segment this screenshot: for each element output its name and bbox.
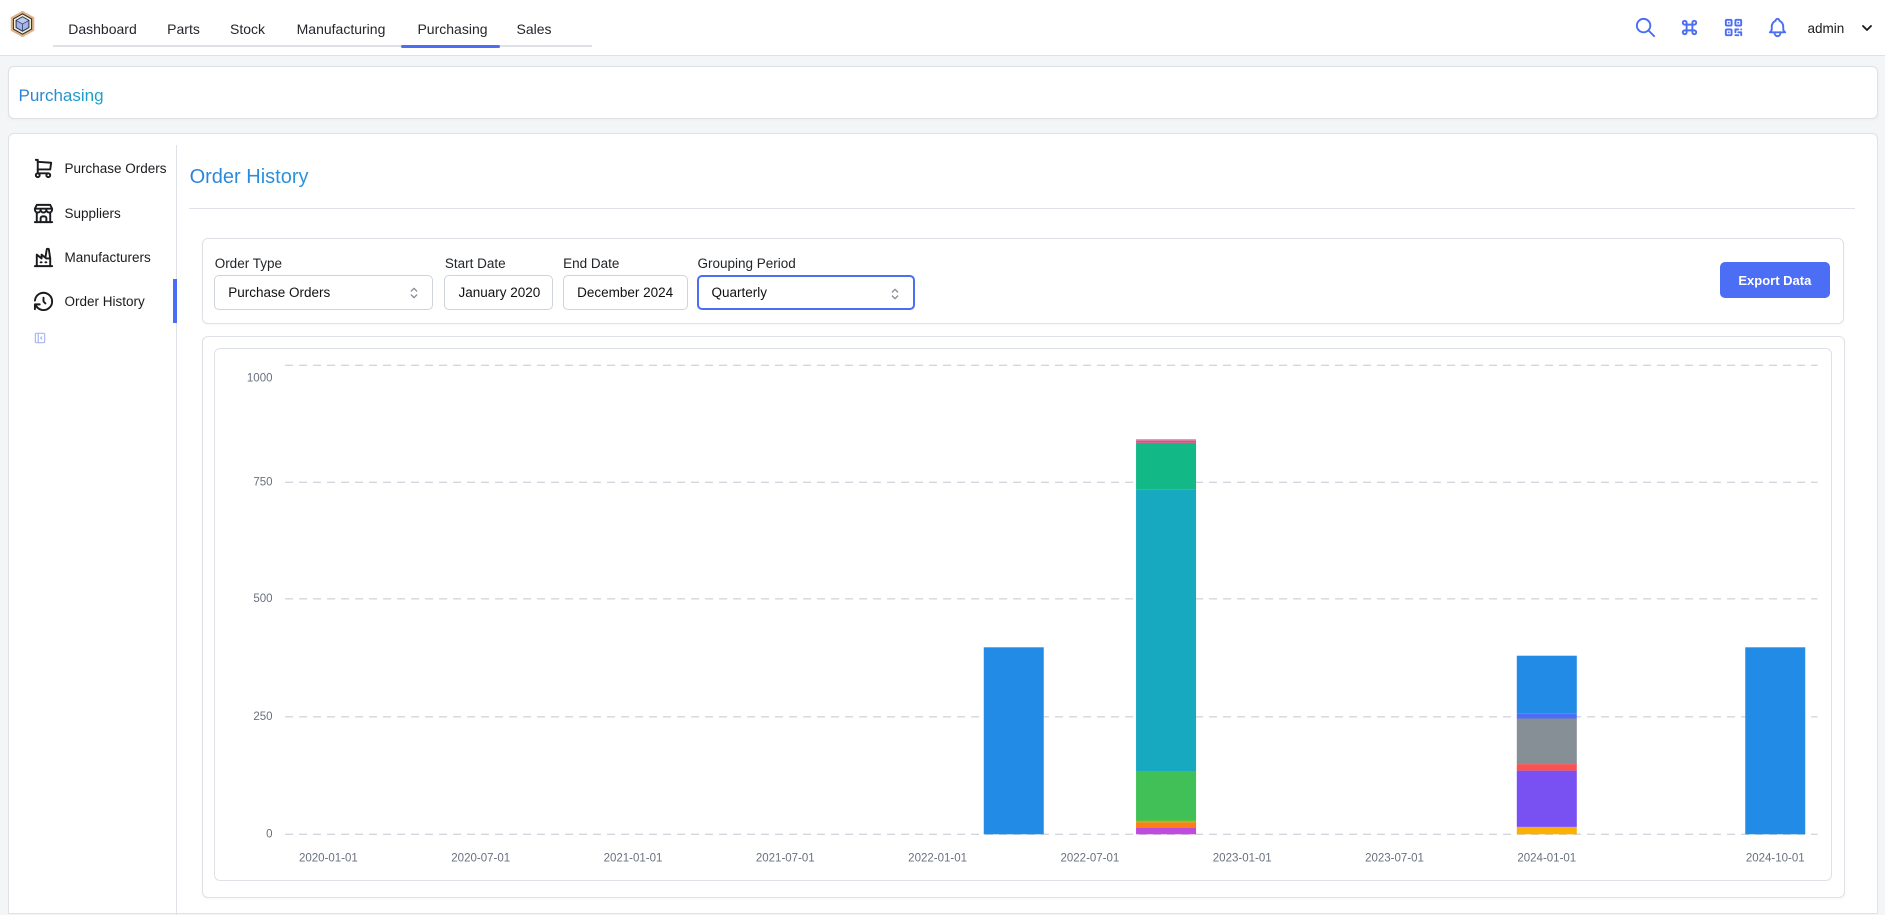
svg-text:2024-10-01: 2024-10-01 (1745, 852, 1804, 864)
svg-text:1000: 1000 (246, 372, 272, 384)
svg-text:2020-07-01: 2020-07-01 (451, 852, 510, 864)
svg-text:2021-01-01: 2021-01-01 (603, 852, 662, 864)
svg-text:2023-07-01: 2023-07-01 (1365, 852, 1424, 864)
svg-text:2020-01-01: 2020-01-01 (298, 852, 357, 864)
svg-text:2022-01-01: 2022-01-01 (908, 852, 967, 864)
svg-text:250: 250 (253, 711, 272, 723)
svg-text:500: 500 (253, 593, 272, 605)
svg-text:2023-01-01: 2023-01-01 (1212, 852, 1271, 864)
svg-text:2024-01-01: 2024-01-01 (1517, 852, 1576, 864)
svg-text:2022-07-01: 2022-07-01 (1060, 852, 1119, 864)
svg-text:0: 0 (266, 828, 272, 840)
svg-text:750: 750 (253, 476, 272, 488)
svg-text:2021-07-01: 2021-07-01 (755, 852, 814, 864)
